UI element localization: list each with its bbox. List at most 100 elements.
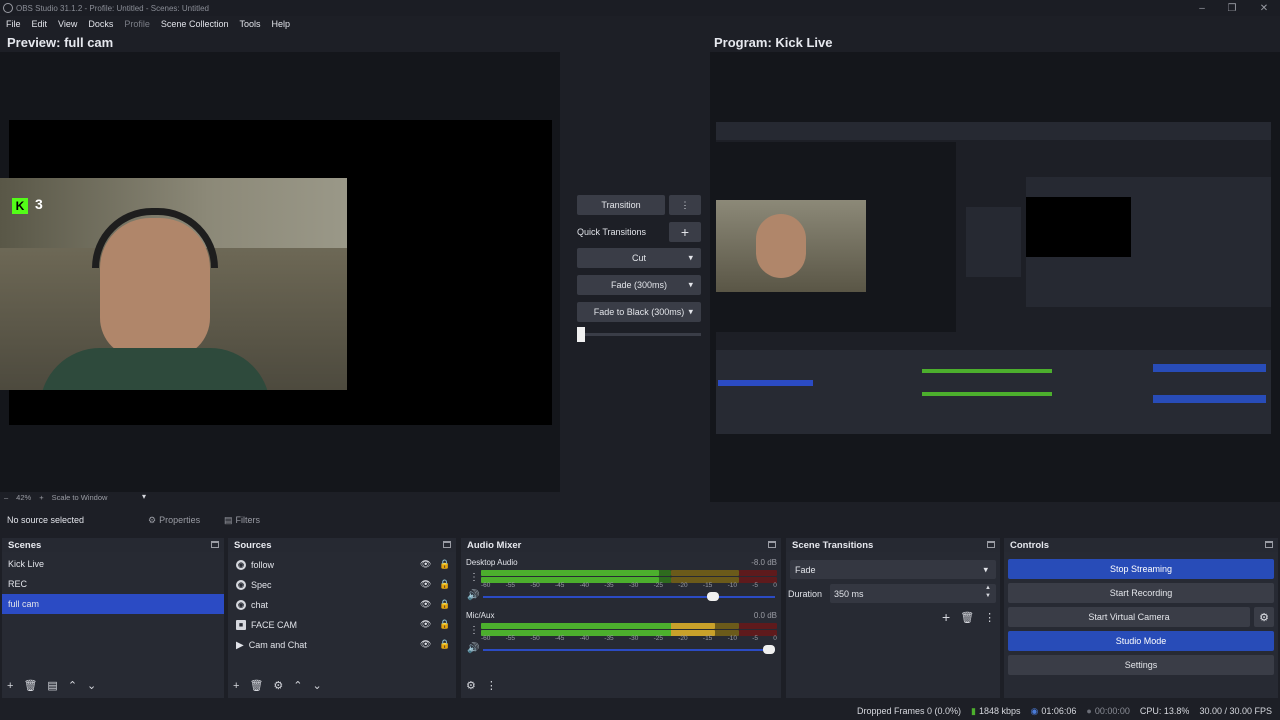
dock-float-icon[interactable] — [443, 541, 451, 548]
remove-scene-icon[interactable]: 🗑 — [23, 679, 37, 692]
source-item[interactable]: ◉ chat 👁 🔒 — [228, 595, 456, 615]
minimize-icon[interactable]: – — [1187, 0, 1217, 16]
tick-label: -55 — [505, 582, 516, 589]
volume-slider-handle[interactable] — [707, 592, 719, 601]
scene-item-selected[interactable]: full cam — [2, 594, 224, 614]
menu-help[interactable]: Help — [271, 19, 290, 29]
volume-slider-track[interactable] — [483, 596, 775, 598]
zoom-out-icon[interactable]: – — [4, 493, 8, 502]
menu-docks[interactable]: Docks — [88, 19, 113, 29]
filter-icon: ▤ — [224, 514, 233, 525]
tbar-track[interactable] — [577, 333, 701, 336]
maximize-icon[interactable]: ❐ — [1217, 0, 1247, 16]
visibility-eye-icon[interactable]: 👁 — [420, 619, 431, 630]
group-expand-icon[interactable]: ▶ — [236, 640, 244, 651]
dock-float-icon[interactable] — [211, 541, 219, 548]
transition-column — [570, 52, 710, 492]
lock-icon[interactable]: 🔒 — [439, 639, 450, 650]
move-up-icon[interactable]: ⌃ — [293, 679, 302, 692]
menu-file[interactable]: File — [6, 19, 21, 29]
volume-slider-handle[interactable] — [763, 645, 775, 654]
dock-float-icon[interactable] — [768, 541, 776, 548]
move-up-icon[interactable]: ⌃ — [68, 679, 77, 692]
stop-streaming-button[interactable]: Stop Streaming — [1008, 559, 1274, 579]
add-source-icon[interactable]: + — [233, 680, 239, 692]
menu-view[interactable]: View — [58, 19, 77, 29]
source-item[interactable]: ◉ follow 👁 🔒 — [228, 555, 456, 575]
quick-transitions-label: Quick Transitions — [577, 227, 647, 237]
source-name: Spec — [251, 580, 272, 590]
program-label: Program: Kick Live — [714, 35, 833, 50]
scenes-title: Scenes — [2, 538, 224, 552]
tbar-handle[interactable] — [577, 327, 585, 342]
add-quick-transition-icon[interactable]: + — [669, 222, 701, 242]
quick-transition-cut[interactable]: Cut — [577, 248, 701, 268]
source-item[interactable]: ■ FACE CAM 👁 🔒 — [228, 615, 456, 635]
visibility-eye-icon[interactable]: 👁 — [420, 579, 431, 590]
start-virtual-camera-button[interactable]: Start Virtual Camera — [1008, 607, 1250, 627]
scale-mode[interactable]: Scale to Window — [52, 493, 108, 502]
tick-label: -60 — [481, 635, 491, 642]
transition-menu-icon[interactable]: ⋮ — [669, 195, 701, 215]
menu-profile[interactable]: Profile — [124, 19, 150, 29]
volume-slider-track[interactable] — [483, 649, 775, 651]
tick-label: -30 — [628, 582, 639, 589]
mixer-menu-icon[interactable]: ⋮ — [486, 679, 497, 692]
quick-transition-fade-black[interactable]: Fade to Black (300ms) — [577, 302, 701, 322]
settings-button[interactable]: Settings — [1008, 655, 1274, 675]
move-down-icon[interactable]: ⌄ — [87, 679, 96, 692]
tick-label: -50 — [530, 635, 540, 642]
source-item[interactable]: ▶ Cam and Chat 👁 🔒 — [228, 635, 456, 655]
tick-label: 0 — [773, 635, 777, 642]
scene-item[interactable]: REC — [2, 574, 224, 594]
scene-item[interactable]: Kick Live — [2, 554, 224, 574]
speaker-icon[interactable]: 🔊 — [467, 590, 479, 601]
menu-tools[interactable]: Tools — [239, 19, 260, 29]
properties-button[interactable]: ⚙ Properties — [148, 511, 210, 529]
tick-label: -50 — [530, 582, 540, 589]
tick-label: -10 — [727, 582, 737, 589]
tick-label: -25 — [653, 582, 663, 589]
scale-mode-dropdown-icon[interactable]: ▾ — [142, 492, 146, 501]
dock-float-icon[interactable] — [1265, 541, 1273, 548]
scene-filters-icon[interactable]: ▤ — [47, 679, 57, 692]
transition-button[interactable]: Transition — [577, 195, 665, 215]
advanced-audio-icon[interactable]: ⚙ — [466, 679, 476, 692]
speaker-icon[interactable]: 🔊 — [467, 643, 479, 654]
virtual-camera-settings-gear-icon[interactable]: ⚙ — [1254, 607, 1274, 627]
duration-stepper-icon[interactable]: ▲ ▼ — [985, 584, 991, 600]
channel-menu-icon[interactable]: ⋮ — [469, 572, 479, 583]
transition-select[interactable]: Fade — [790, 560, 996, 579]
visibility-eye-icon[interactable]: 👁 — [420, 559, 431, 570]
zoom-in-icon[interactable]: + — [39, 493, 43, 502]
remove-source-icon[interactable]: 🗑 — [249, 679, 263, 692]
source-name: Cam and Chat — [248, 640, 307, 650]
visibility-eye-icon[interactable]: 👁 — [420, 599, 431, 610]
filters-label: Filters — [235, 515, 261, 525]
lock-icon[interactable]: 🔒 — [439, 579, 450, 590]
duration-input[interactable]: 350 ms — [830, 584, 996, 603]
channel-menu-icon[interactable]: ⋮ — [469, 625, 479, 636]
dock-float-icon[interactable] — [987, 541, 995, 548]
menu-scene-collection[interactable]: Scene Collection — [161, 19, 229, 29]
quick-transition-fade[interactable]: Fade (300ms) — [577, 275, 701, 295]
source-properties-icon[interactable]: ⚙ — [273, 679, 283, 692]
source-item[interactable]: ◉ Spec 👁 🔒 — [228, 575, 456, 595]
program-mini-menubar — [716, 122, 1271, 140]
close-icon[interactable]: ✕ — [1249, 0, 1279, 16]
move-down-icon[interactable]: ⌄ — [313, 679, 322, 692]
remove-transition-icon[interactable]: 🗑 — [960, 611, 974, 624]
add-scene-icon[interactable]: + — [7, 680, 13, 692]
transition-menu-icon[interactable]: ⋮ — [984, 611, 995, 624]
start-recording-button[interactable]: Start Recording — [1008, 583, 1274, 603]
tick-label: -40 — [579, 582, 590, 589]
lock-icon[interactable]: 🔒 — [439, 559, 450, 570]
visibility-eye-icon[interactable]: 👁 — [420, 639, 431, 650]
filters-button[interactable]: ▤ Filters — [224, 511, 274, 529]
lock-icon[interactable]: 🔒 — [439, 599, 450, 610]
lock-icon[interactable]: 🔒 — [439, 619, 450, 630]
scenes-title-text: Scenes — [8, 539, 42, 551]
menu-edit[interactable]: Edit — [32, 19, 48, 29]
add-transition-icon[interactable]: + — [942, 609, 950, 625]
studio-mode-button[interactable]: Studio Mode — [1008, 631, 1274, 651]
